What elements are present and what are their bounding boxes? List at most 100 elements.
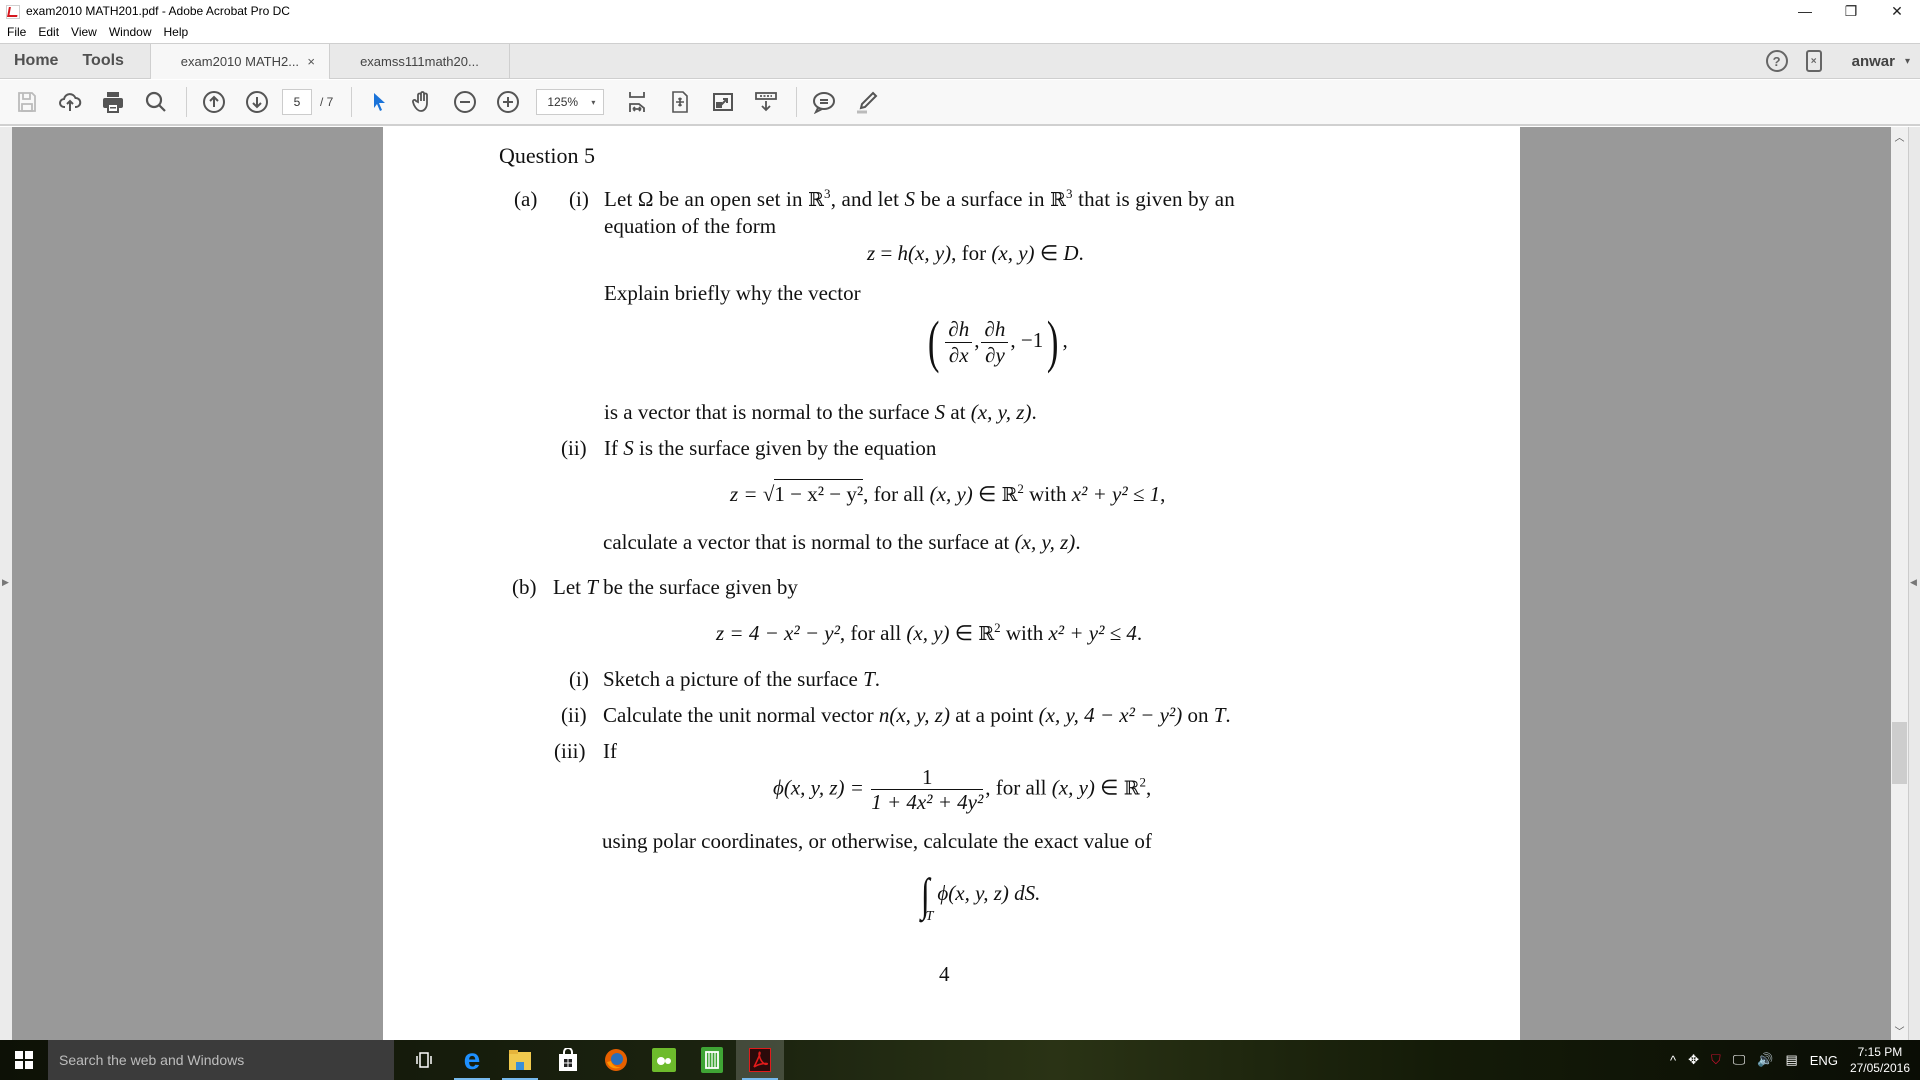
page-number-input[interactable]: 5	[282, 89, 312, 115]
chevron-down-icon: ▾	[591, 97, 596, 107]
part-b-iii-text: If	[603, 739, 617, 763]
fit-page-icon[interactable]	[665, 87, 695, 117]
menu-edit[interactable]: Edit	[38, 25, 59, 39]
chevron-down-icon[interactable]: ▾	[1905, 56, 1910, 67]
hand-tool-icon[interactable]	[407, 87, 437, 117]
doc-tab-active[interactable]: exam2010 MATH2... ×	[149, 44, 330, 79]
part-b-text: Let T be the surface given by	[553, 575, 798, 599]
right-panel-toggle[interactable]: ◀	[1908, 127, 1920, 1040]
read-mode-icon[interactable]	[751, 87, 781, 117]
minimize-button[interactable]: —	[1782, 0, 1828, 22]
clock[interactable]: 7:15 PM 27/05/2016	[1850, 1044, 1910, 1076]
next-page-icon[interactable]	[242, 87, 272, 117]
acrobat-icon[interactable]	[736, 1040, 784, 1080]
restore-button[interactable]: ❐	[1828, 0, 1874, 22]
scroll-thumb[interactable]	[1892, 722, 1907, 784]
equation-paraboloid: z = 4 − x² − y², for all (x, y) ∈ ℝ2 wit…	[716, 620, 1143, 645]
menu-help[interactable]: Help	[164, 25, 189, 39]
close-tab-icon[interactable]: ×	[307, 54, 315, 69]
scroll-up-icon[interactable]: ︿	[1891, 129, 1908, 144]
account-area: ? × anwar ▾	[1765, 44, 1920, 78]
normal-statement: is a vector that is normal to the surfac…	[604, 400, 1037, 424]
toolbar: 5 / 7 125% ▾	[0, 80, 1920, 126]
calculate-normal-text: calculate a vector that is normal to the…	[603, 530, 1081, 554]
toolbar-divider	[796, 87, 798, 117]
zoom-level-value: 125%	[547, 95, 579, 109]
tab-home[interactable]: Home	[0, 44, 70, 78]
expand-right-icon: ◀	[1910, 577, 1917, 587]
menu-view[interactable]: View	[71, 25, 97, 39]
part-a-label: (a)	[514, 187, 538, 211]
part-b-ii-label: (ii)	[561, 703, 587, 727]
store-icon[interactable]	[544, 1040, 592, 1080]
zoom-in-icon[interactable]	[493, 87, 523, 117]
mcafee-shield-icon[interactable]: ⛉	[1711, 1052, 1721, 1068]
comment-icon[interactable]	[809, 87, 839, 117]
title-bar: exam2010 MATH201.pdf - Adobe Acrobat Pro…	[0, 0, 1920, 22]
taskbar-search[interactable]: Search the web and Windows	[48, 1040, 394, 1080]
zoom-level-select[interactable]: 125% ▾	[536, 89, 605, 115]
highlight-pen-icon[interactable]	[852, 87, 882, 117]
document-viewer: Question 5 (a) (i) Let Ω be an open set …	[12, 127, 1894, 1040]
close-window-button[interactable]: ✕	[1874, 0, 1920, 22]
system-tray: ^ ✥ ⛉ 🖵 🔊 ▤ ENG 7:15 PM 27/05/2016	[1664, 1040, 1920, 1080]
part-a-i-line2: equation of the form	[604, 214, 777, 238]
mobile-link-icon[interactable]: ×	[1805, 50, 1822, 72]
clock-date: 27/05/2016	[1849, 1061, 1910, 1075]
firefox-icon[interactable]	[592, 1040, 640, 1080]
toolbar-divider	[186, 87, 187, 117]
part-b-ii-text: Calculate the unit normal vector n(x, y,…	[603, 703, 1231, 727]
normal-vector-formula: (∂h ∂x, ∂h ∂y, −1),	[927, 309, 1068, 374]
full-screen-icon[interactable]	[708, 87, 738, 117]
task-view-icon[interactable]	[400, 1040, 448, 1080]
help-icon[interactable]: ?	[1765, 50, 1788, 72]
volume-icon[interactable]: 🔊	[1757, 1052, 1773, 1068]
zoom-out-icon[interactable]	[450, 87, 480, 117]
network-icon[interactable]: 🖵	[1733, 1052, 1746, 1068]
dropbox-icon[interactable]: ✥	[1688, 1052, 1699, 1068]
scroll-down-icon[interactable]: ﹀	[1891, 1023, 1908, 1038]
part-b-iii-label: (iii)	[554, 739, 586, 763]
part-a-i-line1: Let Ω be an open set in ℝ3, and let S be…	[604, 186, 1235, 211]
part-a-ii-text: If S is the surface given by the equatio…	[604, 436, 937, 460]
edge-icon[interactable]: e	[448, 1040, 496, 1080]
explain-text: Explain briefly why the vector	[604, 281, 861, 305]
select-arrow-icon[interactable]	[364, 87, 394, 117]
user-name[interactable]: anwar	[1852, 53, 1895, 70]
doc-tab-label: examss111math20...	[360, 53, 479, 69]
upload-cloud-icon[interactable]	[55, 87, 85, 117]
equation-phi: ϕ(x, y, z) = 11 + 4x² + 4y², for all (x,…	[773, 765, 1152, 815]
scroll-mode-icon[interactable]	[622, 87, 652, 117]
tab-tools[interactable]: Tools	[70, 44, 135, 78]
vertical-scrollbar[interactable]: ︿ ﹀	[1891, 127, 1908, 1040]
part-b-i-text: Sketch a picture of the surface T.	[603, 667, 880, 691]
language-indicator[interactable]: ENG	[1810, 1053, 1838, 1068]
start-button[interactable]	[0, 1040, 48, 1080]
menu-window[interactable]: Window	[109, 25, 152, 39]
menu-bar: File Edit View Window Help	[0, 22, 1920, 42]
polar-coordinates-text: using polar coordinates, or otherwise, c…	[602, 829, 1152, 853]
doc-tab[interactable]: examss111math20...	[330, 44, 510, 78]
action-center-icon[interactable]: ▤	[1785, 1052, 1797, 1068]
save-icon[interactable]	[12, 87, 42, 117]
page-number: 4	[939, 962, 950, 986]
green-app-icon[interactable]	[640, 1040, 688, 1080]
show-hidden-icons-chevron[interactable]: ^	[1670, 1053, 1676, 1068]
window-controls: — ❐ ✕	[1782, 0, 1920, 22]
doc-tab-label: exam2010 MATH2...	[180, 54, 300, 69]
part-a-ii-label: (ii)	[561, 436, 587, 460]
green-sheet-icon[interactable]	[688, 1040, 736, 1080]
left-panel-toggle[interactable]: ▶	[0, 127, 12, 1040]
file-explorer-icon[interactable]	[496, 1040, 544, 1080]
toolbar-divider	[351, 87, 353, 117]
part-a-i-label: (i)	[569, 187, 589, 211]
previous-page-icon[interactable]	[199, 87, 229, 117]
print-icon[interactable]	[98, 87, 128, 117]
acrobat-window: exam2010 MATH201.pdf - Adobe Acrobat Pro…	[0, 0, 1920, 1080]
search-icon[interactable]	[141, 87, 171, 117]
equation-surface-form: z = h(x, y), for (x, y) ∈ D.	[867, 241, 1084, 265]
menu-file[interactable]: File	[7, 25, 26, 39]
equation-hemisphere: z = √1 − x² − y², for all (x, y) ∈ ℝ2 wi…	[730, 479, 1166, 506]
tab-bar: Home Tools exam2010 MATH2... × examss111…	[0, 43, 1920, 79]
pdf-page: Question 5 (a) (i) Let Ω be an open set …	[383, 127, 1520, 1040]
